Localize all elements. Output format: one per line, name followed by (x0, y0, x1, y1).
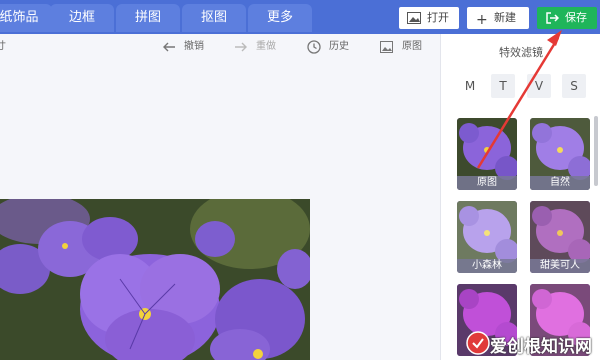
mode-tab-v[interactable]: V (527, 74, 551, 98)
watermark-text: 爱创根知识网 (490, 337, 592, 357)
watermark-logo-icon (466, 331, 490, 355)
editor-canvas-area: 寸 撤销 重做 历史 原图 (0, 34, 440, 360)
undo-label: 撤销 (184, 41, 204, 52)
panel-title: 特效滤镜 (499, 46, 543, 59)
filter-panel: 特效滤镜 M T V S 原图 自然 小森林 甜美可人 (440, 34, 600, 360)
filter-thumbnail[interactable]: 原图 (457, 118, 517, 190)
save-button[interactable]: 保存 (537, 7, 597, 29)
tab-label: 拼图 (134, 10, 161, 25)
new-button[interactable]: + 新建 (467, 7, 529, 29)
top-bar: 纸饰品 边框 拼图 抠图 更多 打开 + 新建 保存 (0, 0, 600, 34)
tab-more[interactable]: 更多 (248, 4, 312, 32)
mode-tab-m[interactable]: M (458, 74, 482, 98)
tab-paper-decor[interactable]: 纸饰品 (0, 4, 52, 32)
filter-label: 甜美可人 (530, 259, 590, 273)
canvas-photo[interactable] (0, 199, 310, 360)
history-label: 历史 (329, 41, 349, 52)
open-button[interactable]: 打开 (399, 7, 459, 29)
tab-cutout[interactable]: 抠图 (182, 4, 246, 32)
clock-icon (307, 40, 321, 54)
size-label: 寸 (0, 41, 6, 52)
redo-label: 重做 (256, 41, 276, 52)
new-label: 新建 (494, 11, 516, 24)
open-label: 打开 (427, 11, 449, 24)
redo-arrow-icon (235, 42, 247, 52)
tab-label: 纸饰品 (0, 10, 39, 25)
tab-label: 更多 (266, 10, 293, 25)
filter-thumbnail[interactable]: 小森林 (457, 201, 517, 273)
watermark: 爱创根知识网 (462, 328, 600, 358)
tab-label: 抠图 (200, 10, 227, 25)
save-label: 保存 (565, 11, 587, 24)
mode-tab-s[interactable]: S (562, 74, 586, 98)
panel-scrollbar[interactable] (594, 116, 598, 186)
filter-label: 小森林 (457, 259, 517, 273)
image-icon (407, 12, 421, 24)
undo-arrow-icon (163, 42, 175, 52)
tab-border[interactable]: 边框 (50, 4, 114, 32)
filter-thumbnail[interactable]: 甜美可人 (530, 201, 590, 273)
filter-thumbnail[interactable]: 自然 (530, 118, 590, 190)
export-icon (546, 12, 559, 24)
picture-icon (380, 41, 393, 53)
original-label: 原图 (402, 41, 422, 52)
tab-label: 边框 (68, 10, 95, 25)
mode-tab-t[interactable]: T (491, 74, 515, 98)
tab-collage[interactable]: 拼图 (116, 4, 180, 32)
plus-icon: + (476, 12, 488, 28)
flower-photo-image (0, 199, 310, 360)
filter-label: 自然 (530, 176, 590, 190)
editor-toolbar: 寸 撤销 重做 历史 原图 (0, 34, 440, 60)
filter-label: 原图 (457, 176, 517, 190)
